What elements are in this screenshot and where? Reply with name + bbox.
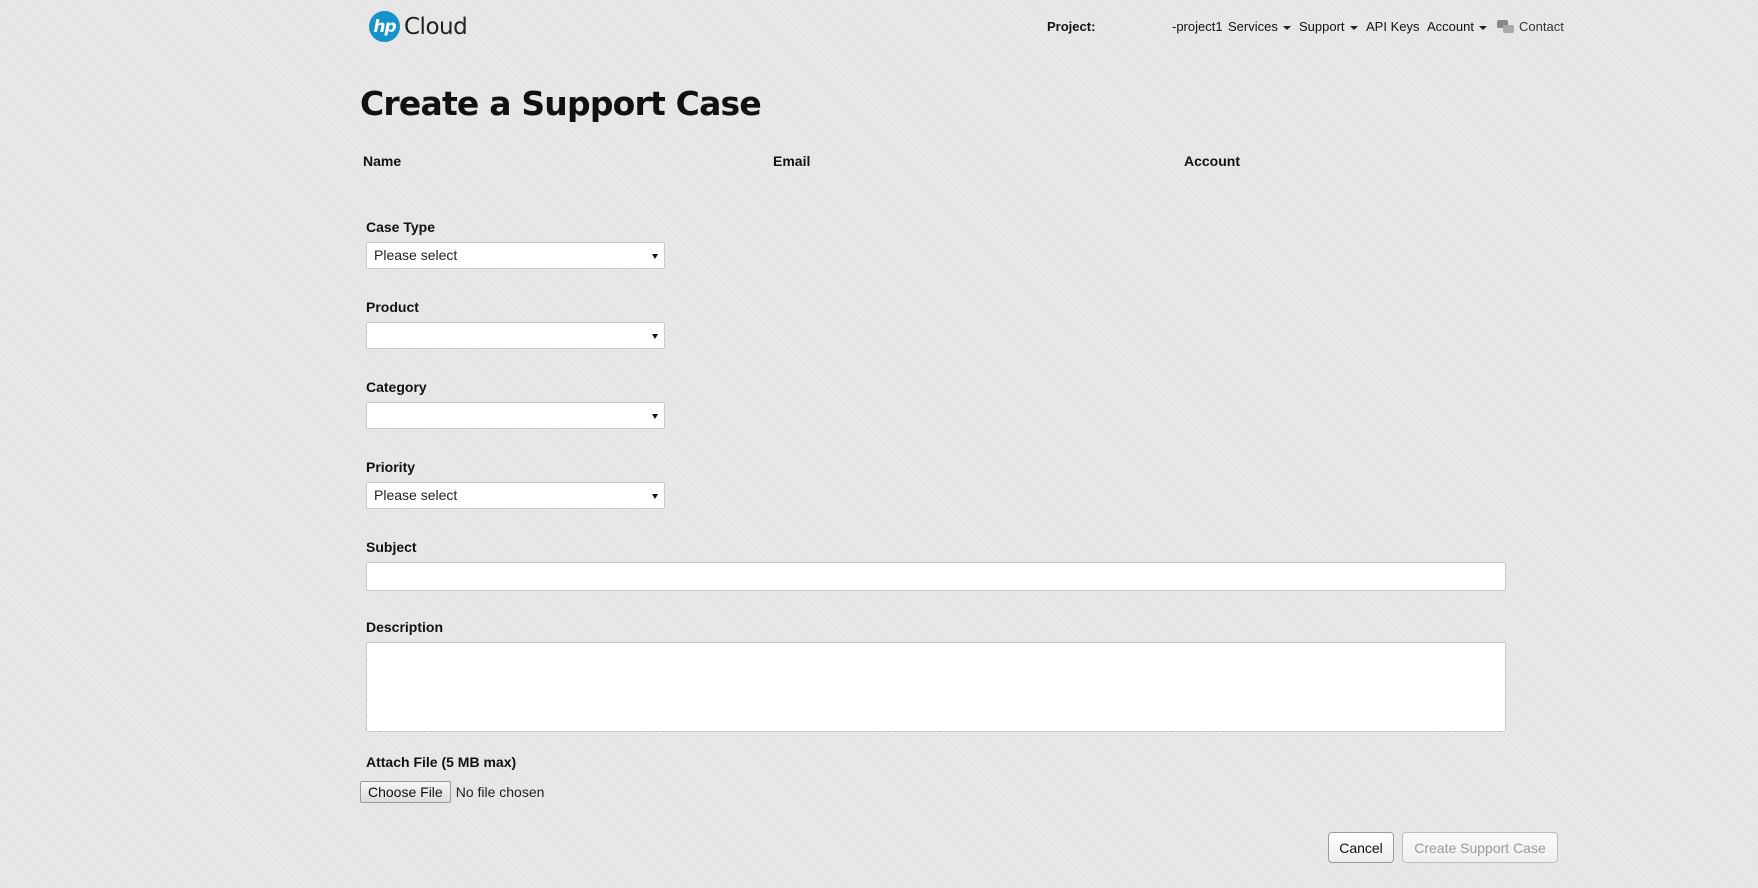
category-label: Category xyxy=(366,379,427,395)
subject-label: Subject xyxy=(366,539,417,555)
project-label: Project: xyxy=(1047,19,1096,34)
caret-down-icon xyxy=(1349,25,1358,30)
page: hp Cloud Project: -project1 Services Sup… xyxy=(0,0,1758,888)
subject-input[interactable] xyxy=(366,562,1506,591)
hp-logo-icon: hp xyxy=(369,11,400,42)
dropdown-arrow-icon xyxy=(652,414,658,419)
email-label: Email xyxy=(773,153,811,169)
case-type-select[interactable]: Please select xyxy=(366,242,665,269)
priority-select[interactable]: Please select xyxy=(366,482,665,509)
dropdown-arrow-icon xyxy=(652,254,658,259)
file-picker: Choose File No file chosen xyxy=(360,781,544,803)
product-select[interactable] xyxy=(366,322,665,349)
case-type-value: Please select xyxy=(374,247,458,263)
attach-file-label: Attach File (5 MB max) xyxy=(366,754,517,770)
choose-file-button[interactable]: Choose File xyxy=(360,781,451,803)
description-textarea[interactable] xyxy=(366,642,1506,732)
product-label: Product xyxy=(366,299,419,315)
nav-support-menu[interactable]: Support xyxy=(1299,19,1358,34)
nav-api-keys-link[interactable]: API Keys xyxy=(1366,19,1419,34)
nav-account-menu[interactable]: Account xyxy=(1427,19,1487,34)
nav-support-label: Support xyxy=(1299,19,1345,34)
create-support-case-button[interactable]: Create Support Case xyxy=(1402,832,1558,863)
nav-contact-label: Contact xyxy=(1519,19,1564,34)
page-title: Create a Support Case xyxy=(360,84,762,123)
priority-label: Priority xyxy=(366,459,416,475)
dropdown-arrow-icon xyxy=(652,334,658,339)
priority-value: Please select xyxy=(374,487,458,503)
nav-services-menu[interactable]: Services xyxy=(1228,19,1291,34)
project-selector[interactable]: -project1 xyxy=(1172,19,1223,34)
category-select[interactable] xyxy=(366,402,665,429)
account-label: Account xyxy=(1184,153,1240,169)
cancel-button[interactable]: Cancel xyxy=(1328,832,1394,863)
name-label: Name xyxy=(363,153,402,169)
file-status-text: No file chosen xyxy=(455,784,545,800)
hp-cloud-logo[interactable]: hp Cloud xyxy=(369,11,468,42)
caret-down-icon xyxy=(1282,25,1291,30)
nav-contact-link[interactable]: Contact xyxy=(1497,19,1564,34)
nav-account-label: Account xyxy=(1427,19,1474,34)
dropdown-arrow-icon xyxy=(652,494,658,499)
description-label: Description xyxy=(366,619,444,635)
logo-text: Cloud xyxy=(404,13,468,40)
case-type-label: Case Type xyxy=(366,219,435,235)
caret-down-icon xyxy=(1478,25,1487,30)
chat-bubbles-icon xyxy=(1497,19,1515,34)
nav-services-label: Services xyxy=(1228,19,1278,34)
